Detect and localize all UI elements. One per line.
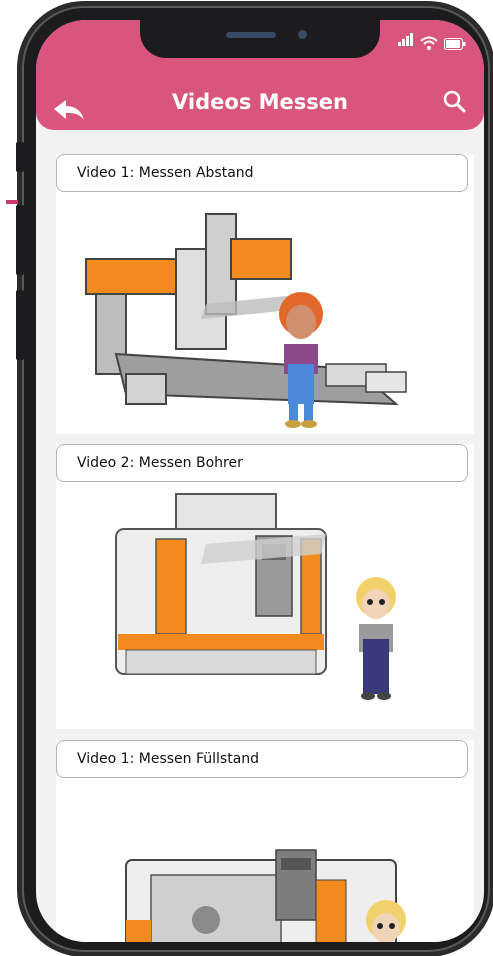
speaker-grille [226,32,276,38]
phone-screen: Videos Messen Video 1: Messen Abstand Vi… [36,20,484,942]
status-bar [398,30,466,50]
phone-notch [140,20,380,58]
video-thumbnail[interactable] [56,194,474,434]
wifi-icon [420,36,438,50]
video-title[interactable]: Video 1: Messen Füllstand [56,740,468,778]
video-thumbnail[interactable] [56,484,474,729]
app-header: Videos Messen [36,20,484,130]
video-thumbnail[interactable] [56,780,474,942]
battery-icon [444,38,466,50]
video-title[interactable]: Video 1: Messen Abstand [56,154,468,192]
phone-side-button [16,142,24,172]
video-list: Video 1: Messen Abstand Video 2: Messen … [36,130,484,942]
video-card[interactable]: Video 1: Messen Füllstand [56,740,474,942]
front-camera [298,30,307,39]
decorative-tick [6,200,18,204]
phone-side-button [16,290,24,360]
page-title: Videos Messen [172,90,348,114]
video-card[interactable]: Video 1: Messen Abstand [56,154,474,434]
search-icon[interactable] [442,90,466,114]
video-card[interactable]: Video 2: Messen Bohrer [56,444,474,729]
signal-icon [398,31,414,50]
phone-side-button [16,205,24,275]
video-title[interactable]: Video 2: Messen Bohrer [56,444,468,482]
